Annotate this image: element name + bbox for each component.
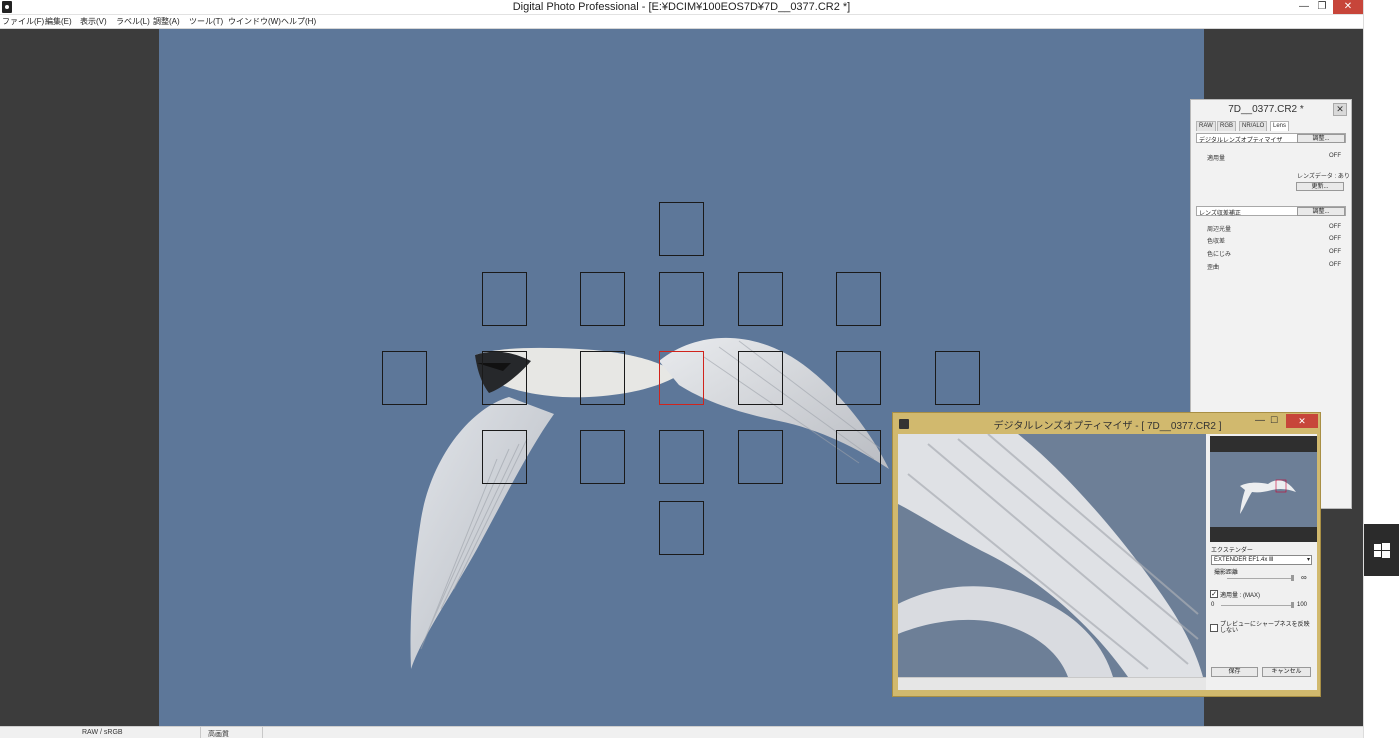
dlo-horizontal-scrollbar[interactable] [898, 677, 1206, 690]
amount-label: 適用量 : (MAX) [1220, 593, 1260, 599]
af-point [580, 430, 625, 484]
tab-lens[interactable]: Lens [1270, 121, 1290, 131]
sharpness-checkbox[interactable] [1210, 624, 1218, 632]
af-point [482, 272, 527, 326]
menu-file[interactable]: ファイル(F) [2, 16, 44, 27]
desktop-edge [1363, 0, 1399, 738]
aberration-value: OFF [1329, 236, 1341, 242]
aberration-label: 色にじみ [1207, 252, 1232, 258]
aberration-label: 色収差 [1207, 239, 1226, 245]
palette-close-button[interactable]: ✕ [1333, 103, 1347, 116]
status-color-space: RAW / sRGB [82, 729, 123, 736]
af-point [836, 351, 881, 405]
chevron-down-icon: ▾ [1306, 557, 1310, 563]
af-point [738, 430, 783, 484]
cancel-button[interactable]: キャンセル [1262, 667, 1311, 677]
dlo-amount-value: OFF [1329, 153, 1341, 159]
af-point [738, 272, 783, 326]
aberration-value: OFF [1329, 262, 1341, 268]
status-quality: 高画質 [208, 731, 229, 738]
distance-label: 撮影距離 [1214, 570, 1239, 576]
thumbnail-image [1210, 452, 1317, 527]
dlo-section-label: デジタルレンズオプティマイザ [1199, 138, 1283, 144]
menu-adjust[interactable]: 調整(A) [153, 16, 180, 27]
menu-label[interactable]: ラベル(L) [116, 16, 150, 27]
af-point [580, 351, 625, 405]
amount-min-label: 0 [1211, 602, 1215, 608]
title-bar: Digital Photo Professional - [E:¥DCIM¥10… [0, 0, 1363, 15]
bird-thumbnail-icon [1240, 479, 1296, 514]
af-point [482, 351, 527, 405]
close-button[interactable]: ✕ [1333, 0, 1363, 14]
screen: Digital Photo Professional - [E:¥DCIM¥10… [0, 0, 1399, 738]
menu-edit[interactable]: 編集(E) [45, 16, 72, 27]
menu-window[interactable]: ウインドウ(W) [228, 16, 281, 27]
lens-data-status: レンズデータ : あり [1297, 174, 1350, 180]
dlo-maximize-button[interactable]: ☐ [1270, 415, 1282, 426]
windows-start-tile[interactable] [1364, 524, 1399, 576]
maximize-button[interactable]: ❐ [1314, 0, 1330, 14]
af-point [659, 202, 704, 256]
aberration-label: 歪曲 [1207, 265, 1220, 271]
status-divider [262, 727, 263, 738]
dlo-preview[interactable] [898, 434, 1206, 677]
status-bar: RAW / sRGB 高画質 [0, 726, 1363, 738]
amount-checkbox[interactable]: ✓ [1210, 590, 1218, 598]
save-button[interactable]: 保存 [1211, 667, 1258, 677]
dlo-dialog: デジタルレンズオプティマイザ - [ 7D__0377.CR2 ] — ☐ ✕ [892, 412, 1321, 697]
aberration-adjust-button[interactable]: 調整... [1297, 207, 1345, 216]
af-point [382, 351, 427, 405]
af-point [482, 430, 527, 484]
extender-label: エクステンダー [1211, 548, 1253, 554]
aberration-section-label: レンズ収差補正 [1199, 211, 1241, 217]
distance-slider-thumb[interactable] [1291, 575, 1294, 581]
wing-closeup [898, 434, 1203, 677]
tab-raw[interactable]: RAW [1196, 121, 1216, 131]
af-point [659, 272, 704, 326]
aberration-label: 周辺光量 [1207, 227, 1232, 233]
af-point [580, 272, 625, 326]
extender-select[interactable]: EXTENDER EF1.4x Ⅲ ▾ [1211, 555, 1312, 565]
tab-nr-alo[interactable]: NR/ALO [1239, 121, 1268, 131]
amount-max-label: 100 [1297, 602, 1308, 608]
menu-tools[interactable]: ツール(T) [189, 16, 223, 27]
af-point [836, 272, 881, 326]
window-title: Digital Photo Professional - [E:¥DCIM¥10… [512, 1, 851, 13]
dlo-close-button[interactable]: ✕ [1286, 414, 1318, 428]
palette-title: 7D__0377.CR2 * [1228, 104, 1304, 115]
status-divider [200, 727, 201, 738]
infinity-label: ∞ [1301, 573, 1307, 582]
dlo-section-header: デジタルレンズオプティマイザ 調整... [1196, 133, 1346, 144]
tab-rgb[interactable]: RGB [1217, 121, 1237, 131]
amount-slider-thumb[interactable] [1291, 602, 1294, 608]
af-point-selected [659, 351, 704, 405]
af-point [836, 430, 881, 484]
dlo-navigator-thumbnail[interactable] [1210, 436, 1317, 542]
sharpness-label: プレビューにシャープネスを反映しない [1220, 622, 1310, 634]
af-point [738, 351, 783, 405]
aberration-value: OFF [1329, 249, 1341, 255]
dlo-settings-panel: エクステンダー EXTENDER EF1.4x Ⅲ ▾ 撮影距離 ∞ ✓ 適用量… [1207, 434, 1317, 690]
extender-select-value: EXTENDER EF1.4x Ⅲ [1214, 557, 1274, 563]
dlo-adjust-button[interactable]: 調整... [1297, 134, 1345, 143]
menu-bar: ファイル(F) 編集(E) 表示(V) ラベル(L) 調整(A) ツール(T) … [0, 15, 1363, 29]
minimize-button[interactable]: — [1296, 0, 1312, 14]
aberration-value: OFF [1329, 224, 1341, 230]
af-point [935, 351, 980, 405]
af-point [659, 501, 704, 555]
menu-view[interactable]: 表示(V) [80, 16, 107, 27]
aberration-section-header: レンズ収差補正 調整... [1196, 206, 1346, 217]
menu-help[interactable]: ヘルプ(H) [281, 16, 316, 27]
update-button[interactable]: 更新... [1296, 182, 1344, 191]
dlo-minimize-button[interactable]: — [1255, 415, 1267, 426]
distance-slider-track[interactable] [1227, 578, 1293, 579]
af-point [659, 430, 704, 484]
amount-slider-track[interactable] [1221, 605, 1293, 606]
windows-logo-icon [1374, 543, 1390, 558]
dlo-client-area: エクステンダー EXTENDER EF1.4x Ⅲ ▾ 撮影距離 ∞ ✓ 適用量… [898, 434, 1317, 690]
dlo-amount-label: 適用量 [1207, 156, 1226, 162]
